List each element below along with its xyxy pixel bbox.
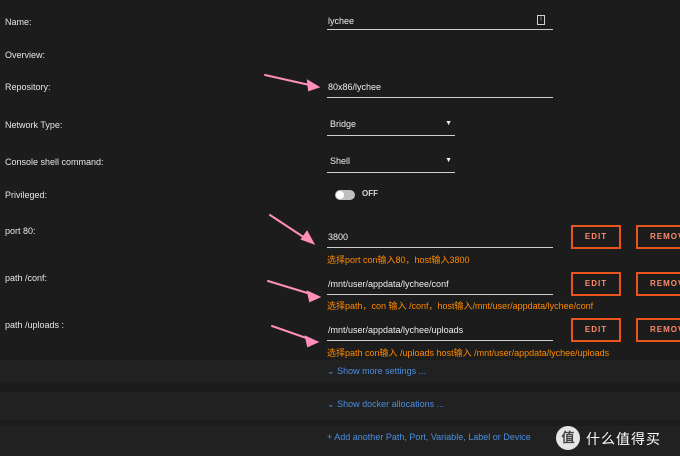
watermark-logo: 值 — [556, 426, 580, 450]
show-more-settings-label: Show more settings ... — [337, 366, 427, 376]
path-conf-edit-button[interactable]: EDIT — [571, 272, 621, 296]
path-uploads-field[interactable]: /mnt/user/appdata/lychee/uploads — [327, 323, 553, 341]
add-another-label: Add another Path, Port, Variable, Label … — [334, 432, 531, 442]
path-uploads-remove-button[interactable]: REMOVE — [636, 318, 680, 342]
show-docker-allocations-label: Show docker allocations ... — [337, 399, 445, 409]
path-conf-remove-button[interactable]: REMOVE — [636, 272, 680, 296]
port-80-edit-button[interactable]: EDIT — [571, 225, 621, 249]
port-80-remove-button[interactable]: REMOVE — [636, 225, 680, 249]
label-path-uploads: path /uploads : — [5, 320, 65, 330]
toggle-knob — [336, 191, 344, 199]
arrow-repository-head — [306, 79, 321, 92]
path-conf-note: 选择path，con 输入 /conf，host输入/mnt/user/appd… — [327, 301, 594, 311]
label-network-type: Network Type: — [5, 120, 63, 130]
label-console-shell: Console shell command: — [5, 157, 104, 167]
privileged-toggle[interactable] — [335, 190, 355, 200]
arrow-repository — [264, 74, 315, 87]
label-privileged: Privileged: — [5, 190, 48, 200]
caret-down-icon: ▼ — [445, 157, 452, 164]
show-docker-allocations-link[interactable]: ⌄ Show docker allocations ... — [327, 399, 444, 410]
network-type-value: Bridge — [330, 119, 357, 129]
name-edit-icon[interactable]: ! — [537, 15, 545, 25]
label-path-conf: path /conf: — [5, 273, 48, 283]
port-80-field[interactable]: 3800 — [327, 230, 553, 248]
label-name: Name: — [5, 17, 32, 27]
label-repository: Repository: — [5, 82, 51, 92]
chevron-down-icon: ⌄ — [327, 399, 335, 409]
arrow-port80-head — [300, 230, 316, 245]
port-80-note: 选择port con输入80，host输入3800 — [327, 255, 470, 265]
add-another-link[interactable]: + Add another Path, Port, Variable, Labe… — [327, 432, 531, 442]
console-shell-select[interactable]: Shell ▼ — [327, 153, 455, 173]
arrow-conf — [267, 280, 315, 296]
arrow-uploads — [271, 325, 313, 341]
path-conf-field[interactable]: /mnt/user/appdata/lychee/conf — [327, 277, 553, 295]
repository-field[interactable]: 80x86/lychee — [327, 79, 553, 98]
watermark: 值 什么值得买 — [556, 426, 680, 450]
label-overview: Overview: — [5, 50, 46, 60]
arrow-port80 — [269, 214, 309, 241]
watermark-text: 什么值得买 — [586, 431, 661, 447]
path-uploads-edit-button[interactable]: EDIT — [571, 318, 621, 342]
arrow-uploads-head — [304, 335, 320, 348]
label-port-80: port 80: — [5, 226, 36, 236]
chevron-down-icon: ⌄ — [327, 366, 335, 376]
console-shell-value: Shell — [330, 156, 351, 166]
plus-icon: + — [327, 432, 333, 442]
caret-down-icon: ▼ — [445, 120, 452, 127]
arrow-conf-head — [306, 290, 322, 303]
network-type-select[interactable]: Bridge ▼ — [327, 116, 455, 136]
name-field[interactable]: lychee — [327, 14, 553, 30]
show-more-settings-link[interactable]: ⌄ Show more settings ... — [327, 366, 426, 377]
privileged-toggle-label: OFF — [362, 189, 378, 198]
path-uploads-note: 选择path con输入 /uploads host输入 /mnt/user/a… — [327, 348, 610, 358]
